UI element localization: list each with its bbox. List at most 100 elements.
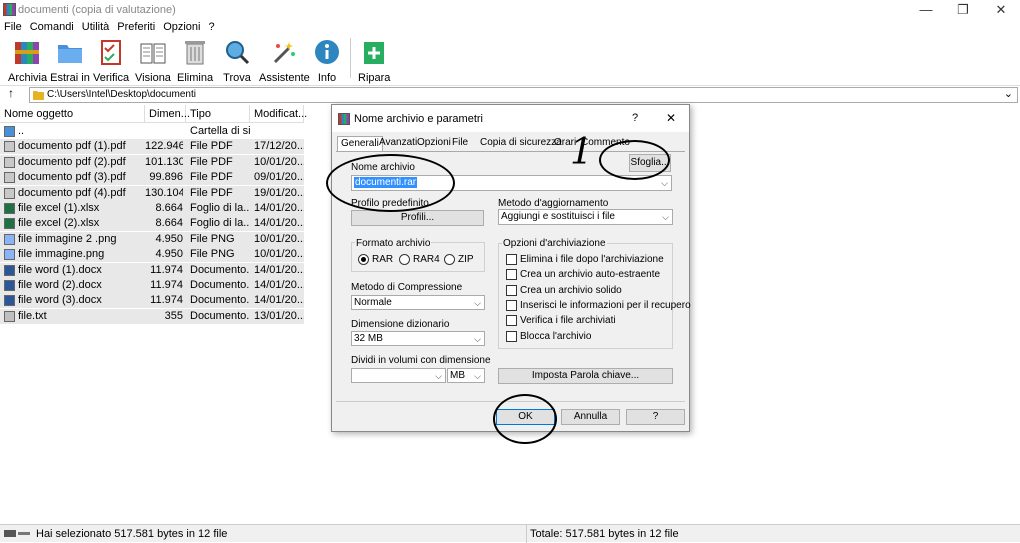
split-unit-select[interactable]: MB ⌵ (447, 368, 485, 383)
pdf-file-icon (4, 172, 15, 184)
file-row[interactable]: file word (2).docx 11.974 Documento... 14/0… (0, 278, 304, 293)
file-row[interactable]: file immagine 2 .png 4.950 File PNG 10/01/2… (0, 231, 304, 247)
trova-label: Trova (223, 72, 251, 84)
file-row[interactable]: documento pdf (3).pdf 99.896 File PDF 09/01… (0, 170, 304, 186)
ripara-button[interactable]: Ripara (358, 38, 390, 84)
file-size: 355 (164, 309, 183, 322)
ripara-label: Ripara (358, 72, 391, 84)
annotation-ellipse-ok (493, 394, 557, 444)
option-checkbox[interactable] (506, 330, 517, 342)
option-checkbox[interactable] (506, 315, 517, 327)
elimina-button[interactable]: Elimina (177, 38, 213, 84)
dictionary-label: Dimensione dizionario (351, 319, 450, 330)
file-size: 8.664 (155, 202, 183, 214)
set-password-button[interactable]: Imposta Parola chiave... (498, 368, 673, 384)
archive-books-icon (15, 42, 39, 64)
file-row[interactable]: documento pdf (4).pdf 130.104 File PDF 19/0… (0, 185, 304, 201)
folder-extract-icon (58, 45, 82, 63)
toolbar: Archivia Estrai in Verifica Visiona Elim… (0, 36, 1020, 84)
tab-file[interactable]: File (449, 136, 471, 151)
annotation-number: 1 (570, 132, 593, 173)
window-titlebar: documenti (copia di valutazione) — ❐ ✕ (0, 0, 1020, 20)
split-size-combo[interactable]: ⌵ (351, 368, 446, 383)
close-window-button[interactable]: ✕ (983, 0, 1019, 20)
trova-button[interactable]: Trova (220, 38, 254, 84)
annotation-ellipse-browse (599, 140, 670, 180)
menu-opzioni[interactable]: Opzioni (159, 20, 204, 34)
option-checkbox[interactable] (506, 254, 517, 265)
magic-wand-icon (273, 42, 295, 64)
chevron-down-icon: ⌵ (661, 178, 668, 188)
format-zip-radio[interactable] (444, 254, 455, 265)
file-name: file immagine 2 .png (18, 232, 117, 245)
option-label: Elimina i file dopo l'archiviazione (520, 254, 664, 265)
file-type: File PDF (190, 155, 233, 168)
option-label: Inserisci le informazioni per il recuper… (520, 299, 691, 311)
file-size: 122.946 (145, 140, 183, 153)
file-size: 4.950 (155, 232, 183, 245)
trash-icon (185, 41, 205, 65)
estrai-button[interactable]: Estrai in (50, 38, 90, 84)
compression-select[interactable]: Normale ⌵ (351, 295, 485, 310)
file-type: File PDF (190, 140, 233, 153)
file-row[interactable]: file word (1).docx 11.974 Documento... 14/0… (0, 262, 304, 278)
column-header-modified[interactable]: Modificat... (250, 105, 307, 123)
magnifier-icon (226, 41, 250, 65)
chevron-down-icon: ⌵ (474, 334, 481, 344)
menu-preferiti[interactable]: Preferiti (113, 20, 159, 34)
dialog-app-icon (338, 113, 350, 125)
address-field[interactable]: C:\Users\Intel\Desktop\documenti ⌄ (29, 87, 1018, 103)
option-checkbox[interactable] (506, 299, 517, 311)
verifica-button[interactable]: Verifica (93, 38, 129, 84)
assistente-label: Assistente (259, 72, 310, 84)
up-folder-button[interactable]: ↑ (8, 86, 14, 100)
file-name: file excel (1).xlsx (18, 202, 100, 214)
dialog-close-button[interactable]: ✕ (666, 111, 676, 125)
help-button[interactable]: ? (626, 409, 685, 425)
file-row[interactable]: .. Cartella di si... (0, 124, 304, 139)
file-date: 17/12/20... (254, 140, 304, 153)
file-name: file word (2).docx (18, 279, 102, 291)
column-header-type[interactable]: Tipo (186, 105, 250, 123)
file-row[interactable]: file.txt 355 Documento... 13/01/20... (0, 308, 304, 324)
file-row[interactable]: file word (3).docx 11.974 Documento... 14/0… (0, 293, 304, 309)
file-date: 14/01/20... (254, 279, 304, 291)
file-row[interactable]: file excel (2).xlsx 8.664 Foglio di la... 1… (0, 216, 304, 232)
address-dropdown-icon[interactable]: ⌄ (1004, 87, 1013, 100)
option-checkbox[interactable] (506, 284, 517, 296)
menu-help[interactable]: ? (204, 20, 218, 34)
menu-utilita[interactable]: Utilità (78, 20, 114, 34)
minimize-button[interactable]: — (908, 0, 944, 20)
file-row[interactable]: documento pdf (1).pdf 122.946 File PDF 17/1… (0, 139, 304, 155)
column-header-name[interactable]: Nome oggetto (0, 105, 145, 123)
cancel-button[interactable]: Annulla (561, 409, 620, 425)
file-size: 8.664 (155, 217, 183, 230)
file-name: file immagine.png (18, 248, 105, 261)
file-row[interactable]: file immagine.png 4.950 File PNG 10/01/20..… (0, 247, 304, 263)
open-book-icon (140, 43, 166, 64)
dialog-help-button[interactable]: ? (632, 112, 638, 124)
profiles-button[interactable]: Profili... (351, 210, 484, 226)
option-label: Verifica i file archiviati (520, 315, 616, 327)
menu-file[interactable]: File (0, 20, 26, 34)
format-rar4-radio[interactable] (399, 254, 410, 265)
winrar-app-icon (3, 3, 16, 16)
pdf-file-icon (4, 187, 15, 199)
folder-icon (33, 91, 44, 100)
archivia-button[interactable]: Archivia (8, 38, 47, 84)
file-size: 130.104 (145, 186, 183, 199)
option-checkbox[interactable] (506, 269, 517, 281)
maximize-button[interactable]: ❐ (945, 0, 981, 20)
address-path: C:\Users\Intel\Desktop\documenti (47, 89, 196, 100)
update-method-select[interactable]: Aggiungi e sostituisci i file ⌵ (498, 209, 673, 225)
menu-comandi[interactable]: Comandi (26, 20, 78, 34)
visiona-button[interactable]: Visiona (134, 38, 172, 84)
column-header-size[interactable]: Dimen... (145, 105, 190, 123)
file-row[interactable]: documento pdf (2).pdf 101.130 File PDF 10/0… (0, 154, 304, 170)
dictionary-select[interactable]: 32 MB ⌵ (351, 331, 485, 346)
tab-opzioni[interactable]: Opzioni (414, 136, 454, 151)
assistente-button[interactable]: Assistente (259, 38, 310, 84)
file-row[interactable]: file excel (1).xlsx 8.664 Foglio di la... 1… (0, 201, 304, 216)
info-button[interactable]: Info (313, 38, 341, 84)
format-rar-radio[interactable] (358, 254, 369, 265)
